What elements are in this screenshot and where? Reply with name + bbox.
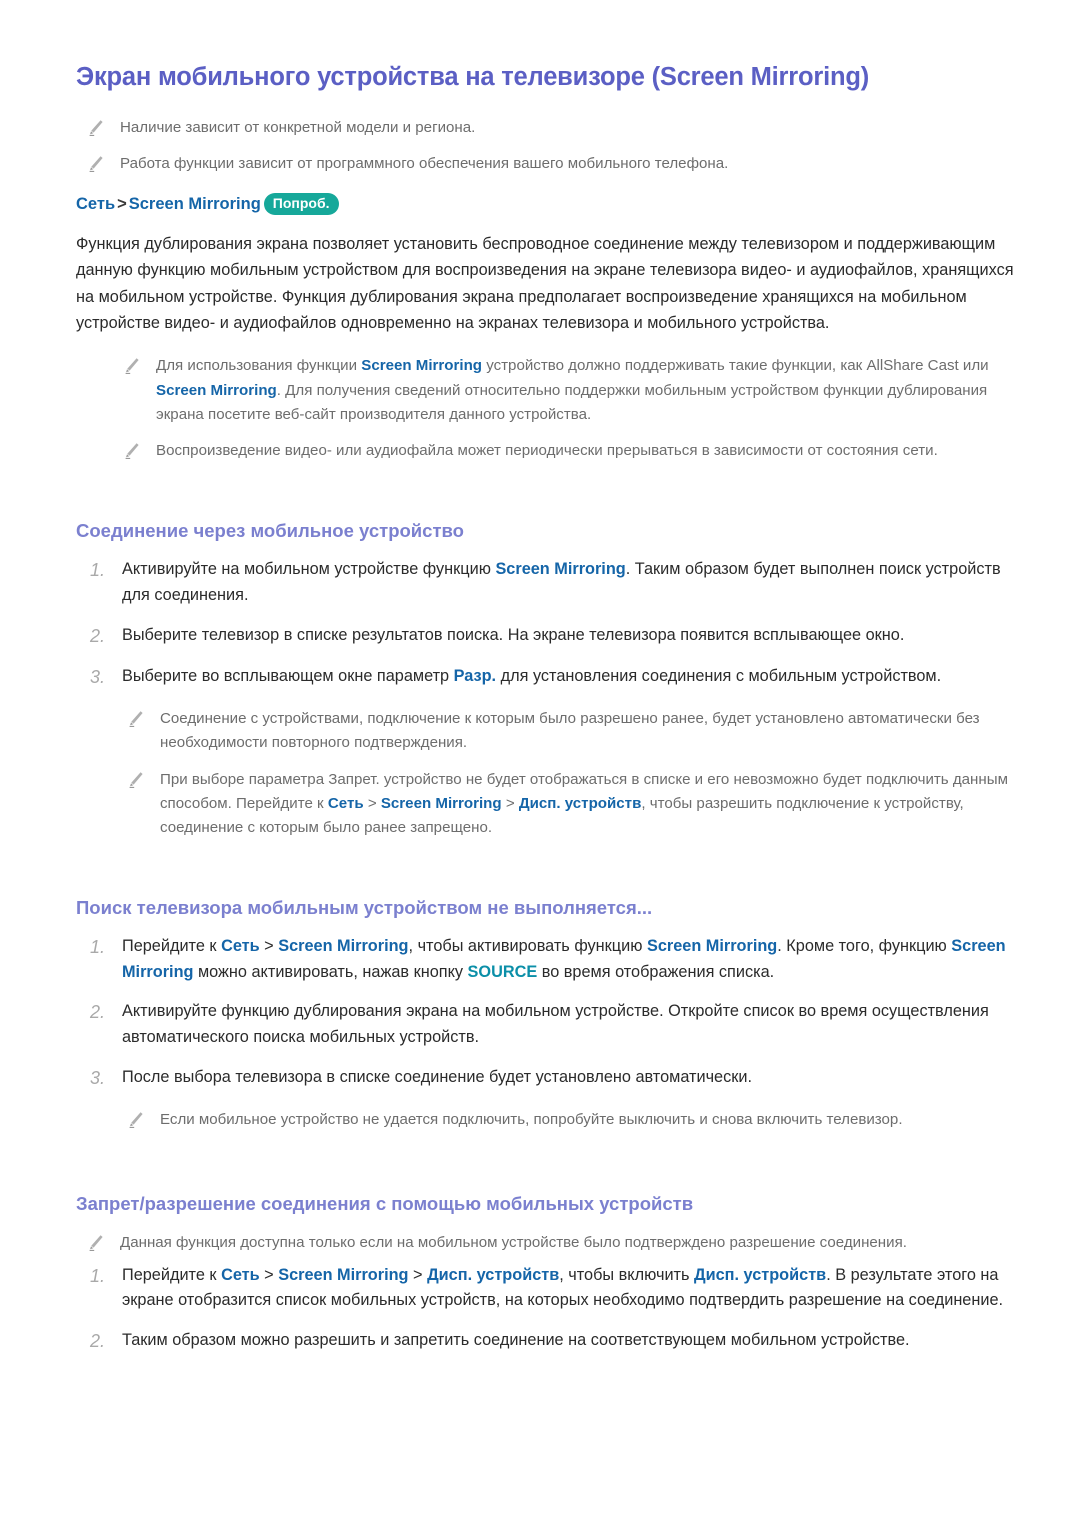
- section-heading-permission: Запрет/разрешение соединения с помощью м…: [76, 1193, 694, 1215]
- note-text: Если мобильное устройство не удается под…: [160, 1111, 903, 1129]
- note-row: Данная функция доступна только если на м…: [88, 1231, 1018, 1255]
- inline-keyword: Screen Mirroring: [156, 381, 277, 399]
- note-text: Данная функция доступна только если на м…: [120, 1233, 907, 1251]
- step-text: После выбора телевизора в списке соедине…: [122, 1067, 752, 1086]
- section-heading-search: Поиск телевизора мобильным устройством н…: [76, 896, 653, 918]
- step-row: 2. Активируйте функцию дублирования экра…: [88, 999, 1018, 1050]
- main-paragraph: Функция дублирования экрана позволяет ус…: [76, 234, 1014, 333]
- inline-keyword: Screen Mirroring: [380, 794, 502, 812]
- note-text: При выборе параметра Запрет. устройство …: [160, 770, 1008, 836]
- page-title: Экран мобильного устройства на телевизор…: [76, 63, 870, 91]
- pencil-icon: [124, 442, 140, 460]
- pencil-icon: [88, 155, 104, 173]
- inline-keyword: Дисп. устройств: [518, 794, 642, 812]
- step-row: 1. Активируйте на мобильном устройстве ф…: [88, 557, 1018, 608]
- step-row: 1. Перейдите к Сеть > Screen Mirroring >…: [88, 1263, 1018, 1314]
- step-number: 1.: [90, 937, 106, 958]
- note-text: Соединение с устройствами, подключение к…: [160, 710, 980, 752]
- inline-keyword: Screen Mirroring: [278, 937, 409, 956]
- inline-keyword: Screen Mirroring: [361, 357, 483, 375]
- pencil-icon: [88, 1234, 104, 1252]
- step-number: 3.: [90, 1067, 106, 1088]
- note-row: При выборе параметра Запрет. устройство …: [128, 768, 1018, 840]
- pencil-icon: [124, 357, 140, 375]
- breadcrumb-part-screen-mirroring[interactable]: Screen Mirroring: [129, 195, 261, 213]
- pencil-icon: [88, 119, 104, 137]
- step-text: Таким образом можно разрешить и запретит…: [122, 1331, 910, 1350]
- try-now-badge[interactable]: Попроб.: [263, 193, 339, 216]
- step-row: 2. Таким образом можно разрешить и запре…: [88, 1328, 1018, 1355]
- inline-keyword: SOURCE: [467, 962, 538, 981]
- note-text: Воспроизведение видео- или аудиофайла мо…: [156, 441, 938, 459]
- inline-keyword: Сеть: [221, 937, 260, 956]
- note-row: Соединение с устройствами, подключение к…: [128, 707, 1018, 755]
- step-number: 1.: [90, 1265, 106, 1286]
- breadcrumb[interactable]: Сеть > Screen Mirroring Попроб.: [76, 192, 1018, 217]
- note-row: Работа функции зависит от программного о…: [88, 152, 1018, 176]
- step-text: Выберите телевизор в списке результатов …: [122, 625, 905, 644]
- search-notes-group: Если мобильное устройство не удается под…: [76, 1108, 1018, 1132]
- note-text: Работа функции зависит от программного о…: [120, 155, 729, 173]
- inline-keyword: Screen Mirroring: [278, 1265, 409, 1284]
- note-row: Если мобильное устройство не удается под…: [128, 1108, 1018, 1132]
- inline-keyword: Screen Mirroring: [495, 560, 626, 579]
- step-text: Перейдите к Сеть > Screen Mirroring, что…: [122, 937, 1006, 981]
- inline-keyword: Дисп. устройств: [427, 1265, 560, 1284]
- step-text: Активируйте функцию дублирования экрана …: [122, 1002, 989, 1047]
- step-row: 3. Выберите во всплывающем окне параметр…: [88, 664, 1018, 691]
- step-row: 3. После выбора телевизора в списке соед…: [88, 1065, 1018, 1092]
- pencil-icon: [128, 710, 144, 728]
- step-number: 3.: [90, 666, 106, 687]
- pencil-icon: [128, 771, 144, 789]
- step-number: 2.: [90, 1331, 106, 1352]
- inline-keyword: Дисп. устройств: [694, 1265, 827, 1284]
- inline-keyword: Сеть: [221, 1265, 260, 1284]
- note-text: Наличие зависит от конкретной модели и р…: [120, 118, 476, 136]
- connect-notes-group: Соединение с устройствами, подключение к…: [76, 707, 1018, 840]
- inline-keyword: Сеть: [327, 794, 364, 812]
- note-row: Для использования функции Screen Mirrori…: [124, 354, 1018, 426]
- breadcrumb-separator: >: [117, 195, 127, 214]
- step-row: 2. Выберите телевизор в списке результат…: [88, 623, 1018, 650]
- inline-keyword: Screen Mirroring: [646, 937, 778, 956]
- section-heading-connect: Соединение через мобильное устройство: [76, 520, 464, 542]
- breadcrumb-part-network[interactable]: Сеть: [76, 195, 115, 213]
- note-text: Для использования функции Screen Mirrori…: [156, 357, 989, 423]
- main-notes-group: Для использования функции Screen Mirrori…: [76, 354, 1018, 463]
- step-number: 2.: [90, 1002, 106, 1023]
- note-row: Воспроизведение видео- или аудиофайла мо…: [124, 439, 1018, 463]
- step-text: Активируйте на мобильном устройстве функ…: [122, 560, 1001, 604]
- pencil-icon: [128, 1111, 144, 1129]
- document-page: Экран мобильного устройства на телевизор…: [0, 0, 1080, 1527]
- step-number: 1.: [90, 560, 106, 581]
- step-text: Перейдите к Сеть > Screen Mirroring > Ди…: [122, 1265, 1004, 1310]
- inline-keyword: Разр.: [453, 666, 497, 685]
- step-row: 1. Перейдите к Сеть > Screen Mirroring, …: [88, 934, 1018, 985]
- step-text: Выберите во всплывающем окне параметр Ра…: [122, 666, 942, 685]
- intro-notes-group: Наличие зависит от конкретной модели и р…: [76, 116, 1018, 176]
- step-number: 2.: [90, 625, 106, 646]
- note-row: Наличие зависит от конкретной модели и р…: [88, 116, 1018, 140]
